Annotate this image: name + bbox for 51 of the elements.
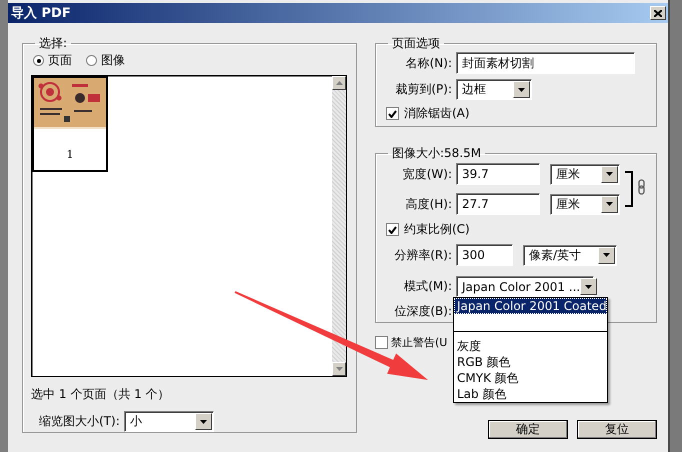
caret-icon: [513, 81, 530, 98]
field-label: 模式(M):: [403, 278, 452, 295]
checkbox[interactable]: [386, 107, 399, 120]
radio-option[interactable]: 页面: [33, 52, 72, 69]
checkbox[interactable]: [386, 223, 399, 236]
scroll-down-icon[interactable]: [332, 362, 346, 376]
height-field[interactable]: 27.7: [456, 193, 540, 215]
width-unit-select[interactable]: 厘米: [550, 164, 620, 184]
name-field[interactable]: 封面素材切割: [456, 52, 635, 74]
scrollbar[interactable]: [332, 76, 346, 376]
height-unit-select[interactable]: 厘米: [550, 194, 620, 214]
resolution-unit-select[interactable]: 像素/英寸: [523, 244, 617, 266]
mode-select[interactable]: Japan Color 2001 ...: [456, 276, 594, 297]
scroll-up-icon[interactable]: [332, 76, 346, 90]
window-title: 导入 PDF: [11, 4, 71, 22]
width-field[interactable]: 39.7: [456, 163, 540, 185]
dialog-button[interactable]: 确定: [488, 420, 568, 439]
field-label: 宽度(W):: [402, 166, 452, 182]
field-label: 缩览图大小(T):: [39, 413, 120, 430]
menu-item[interactable]: RGB 颜色: [454, 354, 607, 370]
radio-option[interactable]: 图像: [86, 52, 125, 69]
page-thumbnail[interactable]: 1: [32, 76, 108, 172]
menu-item[interactable]: Japan Color 2001 Coated: [454, 298, 607, 314]
caret-icon: [601, 196, 618, 212]
field-label: 名称(N):: [404, 54, 452, 72]
close-icon: [654, 10, 662, 16]
field-label: 分辨率(R):: [393, 246, 452, 264]
crop-select[interactable]: 边框: [456, 79, 532, 100]
field-label: 位深度(B):: [393, 303, 452, 320]
field-label: 高度(H):: [404, 196, 452, 212]
thumbnail-size-select[interactable]: 小: [124, 411, 214, 432]
checkbox-label: 约束比例(C): [404, 221, 470, 238]
group-title: 选择:: [38, 35, 68, 52]
menu-item[interactable]: CMYK 颜色: [454, 370, 607, 386]
caret-icon: [598, 246, 615, 264]
page-number: 1: [66, 148, 74, 161]
caret-icon: [601, 166, 618, 182]
checkbox-label: 消除锯齿(A): [404, 105, 470, 122]
selection-summary: 选中 1 个页面（共 1 个）: [31, 386, 171, 403]
checkbox-label: 禁止警告(U: [391, 335, 448, 350]
menu-item[interactable]: Lab 颜色: [454, 386, 607, 402]
close-button[interactable]: [650, 6, 666, 20]
caret-icon: [580, 278, 598, 295]
group-title: 图像大小:58.5M: [391, 145, 482, 162]
dialog-button[interactable]: 复位: [577, 420, 657, 439]
menu-item[interactable]: 灰度: [454, 338, 607, 354]
checkbox[interactable]: [375, 336, 388, 349]
group-title: 页面选项: [391, 35, 441, 52]
resolution-field[interactable]: 300: [456, 244, 513, 266]
caret-icon: [194, 413, 212, 430]
field-label: 裁剪到(P):: [394, 81, 452, 98]
